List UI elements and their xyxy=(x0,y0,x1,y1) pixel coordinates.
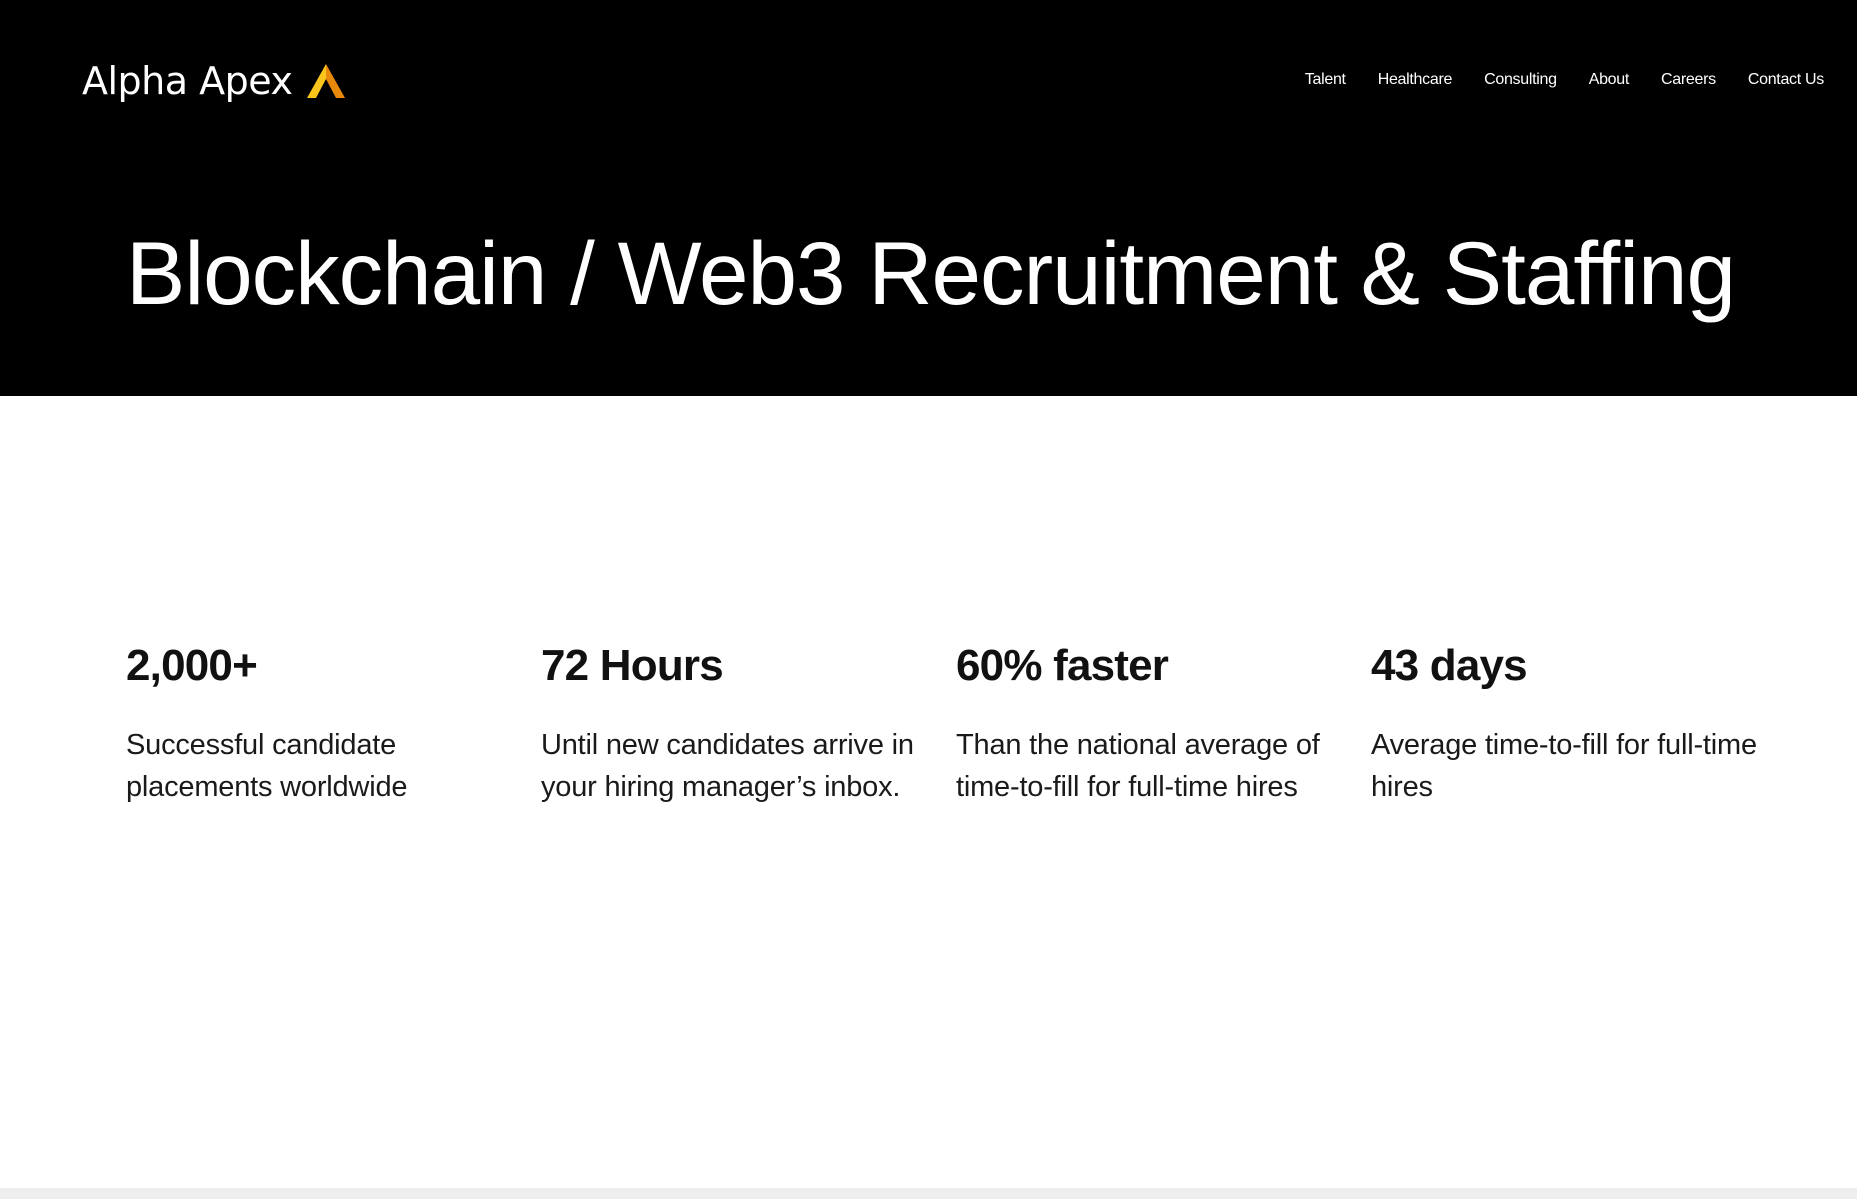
stat-description: Successful candidate placements worldwid… xyxy=(126,729,408,803)
stat-description: Until new candidates arrive in your hiri… xyxy=(541,729,914,803)
nav-link-careers[interactable]: Careers xyxy=(1645,68,1732,92)
stat-value: 2,000+ xyxy=(126,641,258,690)
nav-link-talent[interactable]: Talent xyxy=(1289,68,1362,92)
nav-link-consulting[interactable]: Consulting xyxy=(1468,68,1573,92)
stats-section: 2,000+ Successful candidate placements w… xyxy=(126,638,1786,808)
stat-description: Than the national average of time-to-fil… xyxy=(956,729,1320,803)
hero-section: Alpha Apex Talent Healthcare Consulting … xyxy=(0,0,1857,396)
stat-value: 72 Hours xyxy=(541,641,724,690)
stat-item: 72 Hours Until new candidates arrive in … xyxy=(541,638,956,808)
stat-item: 43 days Average time-to-fill for full-ti… xyxy=(1371,638,1786,808)
brand-name: Alpha Apex xyxy=(82,59,293,103)
nav-link-healthcare[interactable]: Healthcare xyxy=(1362,68,1468,92)
nav-link-about[interactable]: About xyxy=(1573,68,1645,92)
apex-triangle-icon xyxy=(307,64,346,98)
stat-value: 43 days xyxy=(1371,641,1528,690)
stat-item: 60% faster Than the national average of … xyxy=(956,638,1371,808)
main-nav: Talent Healthcare Consulting About Caree… xyxy=(1289,68,1825,92)
stat-value: 60% faster xyxy=(956,641,1169,690)
footer-divider xyxy=(0,1188,1857,1199)
stat-description: Average time-to-fill for full-time hires xyxy=(1371,729,1757,803)
page-title: Blockchain / Web3 Recruitment & Staffing xyxy=(126,223,1736,323)
stat-item: 2,000+ Successful candidate placements w… xyxy=(126,638,541,808)
brand-logo-link[interactable]: Alpha Apex xyxy=(82,54,346,108)
nav-link-contact-us[interactable]: Contact Us xyxy=(1732,68,1824,92)
